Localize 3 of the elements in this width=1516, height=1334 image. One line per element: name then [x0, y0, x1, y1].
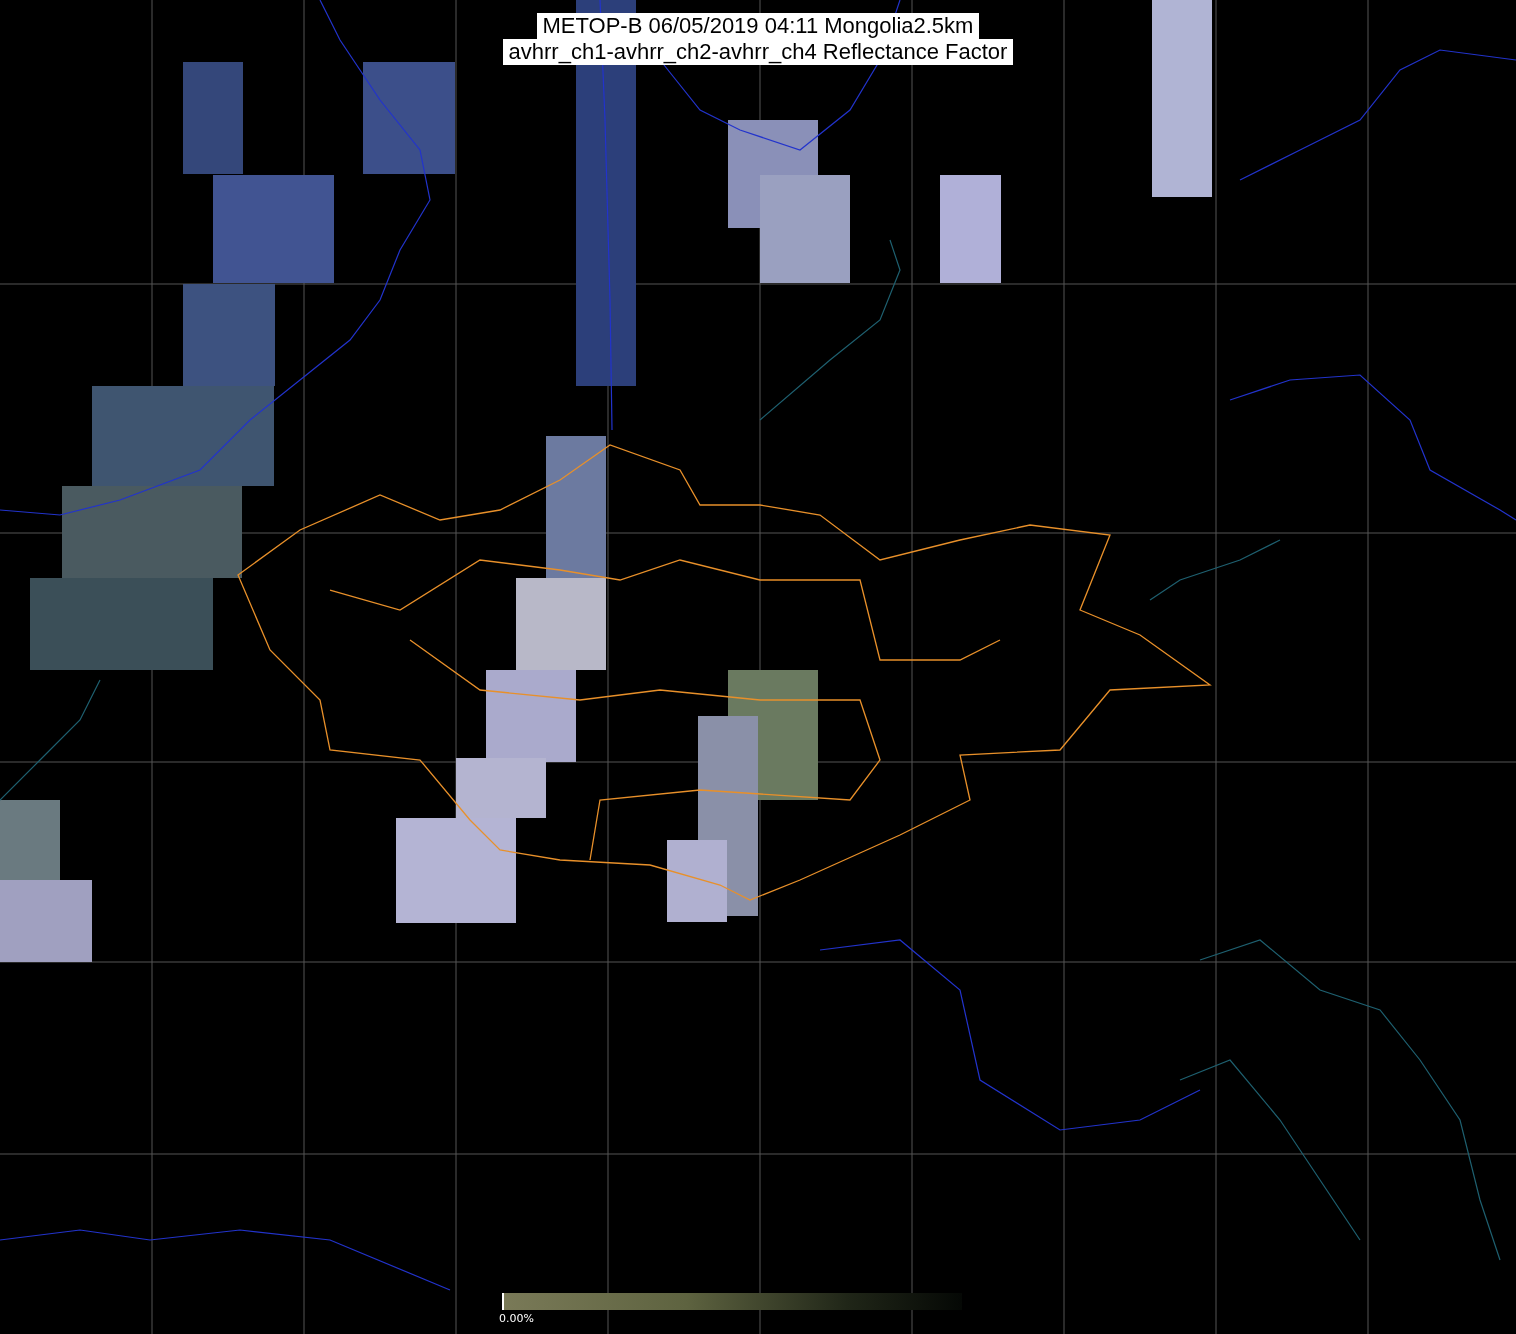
- map-title: avhrr_ch1-avhrr_ch2-avhrr_ch4 Reflectance Factor: [502, 39, 1014, 65]
- map-title: METOP-B 06/05/2019 04:11 Mongolia2.5km: [536, 13, 980, 39]
- colorbar-label: 0.00%: [499, 1312, 535, 1325]
